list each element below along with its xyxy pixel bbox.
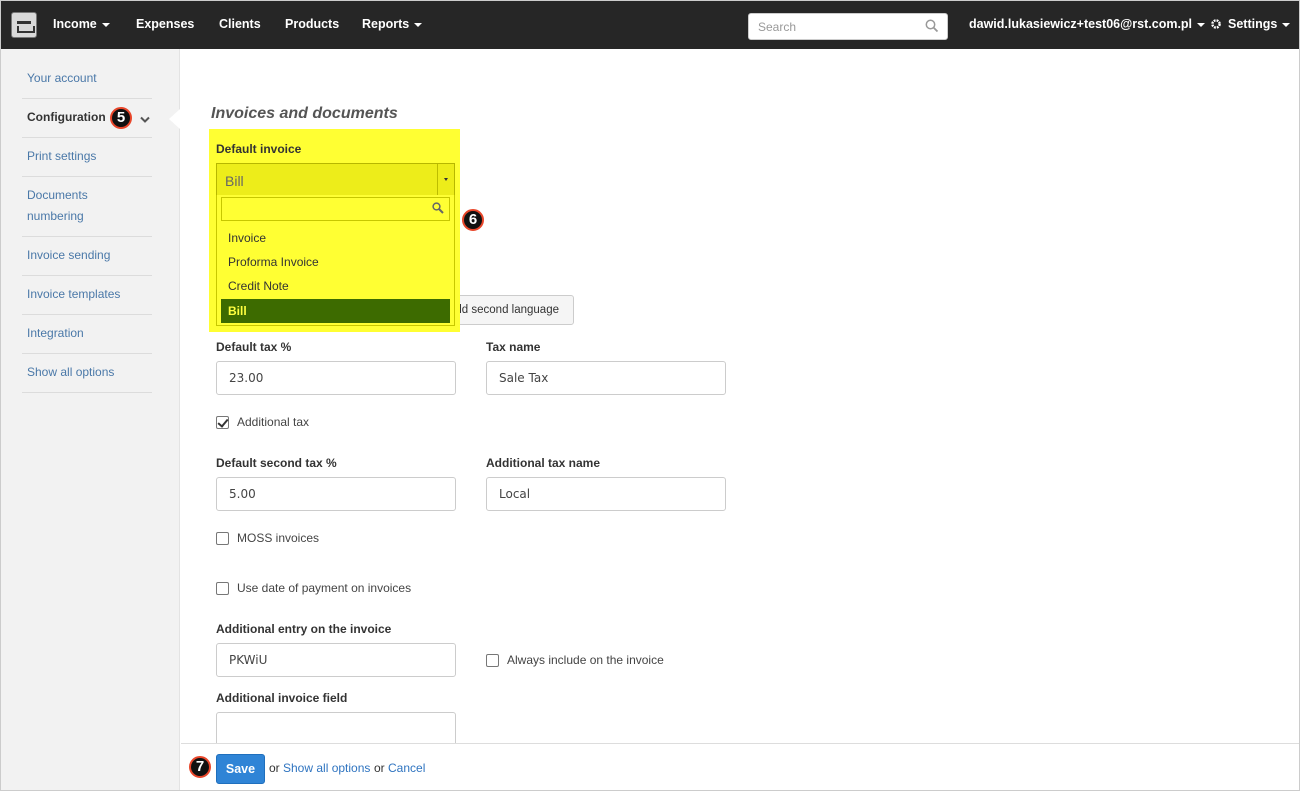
additional-entry-label: Additional entry on the invoice	[216, 622, 392, 636]
sidebar-item-label: Your account	[27, 71, 97, 85]
dropdown-search-input[interactable]	[222, 198, 422, 220]
search-icon[interactable]	[925, 19, 939, 36]
sidebar-item-label: Configuration	[27, 110, 106, 124]
additional-entry-input[interactable]	[217, 644, 455, 676]
or-text: or	[374, 761, 385, 775]
tax-name-field	[486, 361, 726, 395]
moss-invoices-row[interactable]: MOSS invoices	[216, 531, 319, 545]
moss-invoices-checkbox[interactable]	[216, 531, 229, 545]
add-second-language-button[interactable]: Add second language	[441, 295, 574, 325]
always-include-label: Always include on the invoice	[507, 653, 664, 667]
nav-reports[interactable]: Reports	[362, 17, 423, 31]
or-text: or	[269, 761, 280, 775]
app-logo-icon[interactable]	[11, 12, 37, 38]
use-payment-date-row[interactable]: Use date of payment on invoices	[216, 581, 411, 595]
step-badge-6: 6	[462, 209, 484, 231]
default-tax-input[interactable]	[217, 362, 455, 394]
additional-tax-name-input[interactable]	[487, 478, 725, 510]
default-tax-field	[216, 361, 456, 395]
additional-tax-label: Additional tax	[237, 415, 310, 429]
nav-income[interactable]: Income	[53, 17, 110, 31]
default-invoice-select[interactable]: Bill	[216, 163, 455, 196]
step-badge-5: 5	[110, 107, 132, 129]
nav-reports-label: Reports	[362, 17, 410, 31]
chevron-down-icon	[414, 22, 423, 27]
user-menu[interactable]: dawid.lukasiewicz+test06@rst.com.pl	[969, 17, 1206, 31]
use-payment-date-label: Use date of payment on invoices	[237, 581, 412, 595]
sidebar-item-label: Integration	[27, 326, 84, 340]
additional-entry-field	[216, 643, 456, 677]
user-email: dawid.lukasiewicz+test06@rst.com.pl	[969, 17, 1193, 31]
search-box	[748, 13, 948, 40]
cancel-link[interactable]: Cancel	[388, 761, 425, 775]
show-all-options-link[interactable]: Show all options	[283, 761, 370, 775]
additional-tax-checkbox[interactable]	[216, 415, 229, 429]
sidebar-item-invoice-templates[interactable]: Invoice templates	[22, 276, 152, 315]
search-input[interactable]	[749, 14, 919, 39]
sidebar-item-show-all-options[interactable]: Show all options	[22, 354, 152, 393]
dropdown-arrow-icon[interactable]	[437, 164, 454, 195]
page: Income Expenses Clients Products Reports…	[0, 0, 1300, 791]
tax-name-input[interactable]	[487, 362, 725, 394]
chevron-down-icon	[1197, 22, 1206, 27]
sidebar-item-your-account[interactable]: Your account	[22, 60, 152, 99]
sidebar-item-print-settings[interactable]: Print settings	[22, 138, 152, 177]
dropdown-option-invoice[interactable]: Invoice	[221, 226, 450, 250]
gear-icon	[1210, 18, 1222, 33]
moss-invoices-label: MOSS invoices	[237, 531, 320, 545]
sidebar-item-invoice-sending[interactable]: Invoice sending	[22, 237, 152, 276]
sidebar-item-label: Show all options	[27, 365, 115, 379]
section-title: Invoices and documents	[211, 105, 398, 122]
sidebar-item-label: Documents numbering	[27, 188, 88, 223]
additional-tax-row[interactable]: Additional tax	[216, 415, 309, 429]
nav-income-label: Income	[53, 17, 97, 31]
default-second-tax-label: Default second tax %	[216, 456, 337, 470]
sidebar-item-label: Print settings	[27, 149, 97, 163]
nav-expenses[interactable]: Expenses	[136, 17, 194, 31]
sidebar-item-label: Invoice templates	[27, 287, 121, 301]
nav-products[interactable]: Products	[285, 17, 339, 31]
nav-products-label: Products	[285, 17, 340, 31]
always-include-row[interactable]: Always include on the invoice	[486, 653, 664, 667]
settings-label: Settings	[1228, 17, 1278, 31]
default-invoice-value: Bill	[225, 173, 244, 189]
dropdown-search-box	[221, 197, 450, 221]
dropdown-option-credit-note[interactable]: Credit Note	[221, 274, 450, 298]
active-section-pointer	[169, 109, 180, 129]
sidebar-item-integration[interactable]: Integration	[22, 315, 152, 354]
top-navigation-bar: Income Expenses Clients Products Reports…	[1, 1, 1299, 49]
dropdown-option-bill[interactable]: Bill	[221, 299, 450, 323]
dropdown-option-proforma-invoice[interactable]: Proforma Invoice	[221, 250, 450, 274]
sidebar-item-configuration[interactable]: Configuration	[22, 99, 152, 138]
default-tax-label: Default tax %	[216, 340, 292, 354]
additional-tax-name-label: Additional tax name	[486, 456, 601, 470]
chevron-down-icon	[140, 110, 150, 131]
step-badge-7: 7	[189, 756, 211, 778]
chevron-down-icon	[101, 22, 110, 27]
nav-clients-label: Clients	[219, 17, 261, 31]
additional-invoice-field-label: Additional invoice field	[216, 691, 348, 705]
search-icon	[432, 202, 444, 217]
default-second-tax-field	[216, 477, 456, 511]
nav-expenses-label: Expenses	[136, 17, 195, 31]
settings-menu[interactable]: Settings	[1210, 17, 1291, 33]
default-second-tax-input[interactable]	[217, 478, 455, 510]
use-payment-date-checkbox[interactable]	[216, 581, 229, 595]
additional-tax-name-field	[486, 477, 726, 511]
chevron-down-icon	[1282, 22, 1291, 27]
nav-clients[interactable]: Clients	[219, 17, 261, 31]
tax-name-label: Tax name	[486, 340, 541, 354]
save-button[interactable]: Save	[216, 754, 265, 784]
sidebar-item-label: Invoice sending	[27, 248, 111, 262]
always-include-checkbox[interactable]	[486, 653, 499, 667]
sidebar-item-documents-numbering[interactable]: Documents numbering	[22, 177, 152, 237]
default-invoice-label: Default invoice	[216, 142, 302, 156]
